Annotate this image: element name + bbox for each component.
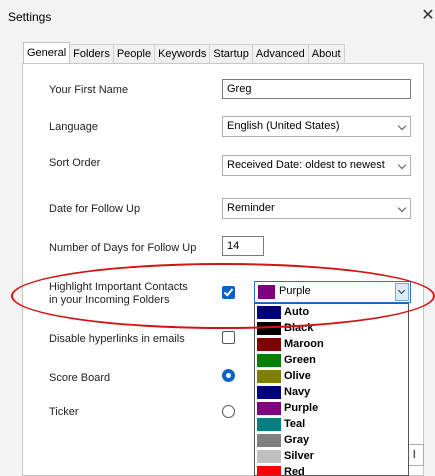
tab-strip: General Folders People Keywords Startup …: [23, 42, 345, 64]
language-label: Language: [49, 121, 98, 133]
highlight-label-line2: in your Incoming Folders: [49, 294, 170, 306]
highlight-color-value: Purple: [279, 285, 311, 297]
days-follow-up-label: Number of Days for Follow Up: [49, 242, 197, 254]
color-option-label: Maroon: [284, 338, 324, 350]
tab-keywords[interactable]: Keywords: [154, 44, 211, 63]
color-option-label: Purple: [284, 402, 319, 414]
first-name-input[interactable]: Greg: [222, 79, 411, 99]
tab-folders[interactable]: Folders: [69, 44, 114, 63]
tab-advanced[interactable]: Advanced: [251, 44, 309, 63]
color-option-auto[interactable]: Auto: [257, 306, 377, 319]
color-option-label: Silver: [284, 450, 314, 462]
tab-about[interactable]: About: [307, 44, 345, 63]
color-option-label: Black: [284, 322, 314, 334]
disable-hyperlinks-label: Disable hyperlinks in emails: [49, 333, 185, 345]
color-option-green[interactable]: Green: [257, 354, 377, 367]
color-swatch: [257, 322, 281, 335]
sort-order-label: Sort Order: [49, 157, 101, 169]
disable-hyperlinks-checkbox[interactable]: [222, 331, 235, 344]
color-option-maroon[interactable]: Maroon: [257, 338, 377, 351]
color-option-silver[interactable]: Silver: [257, 450, 377, 463]
color-option-label: Teal: [284, 418, 306, 430]
sort-order-value: Received Date: oldest to newest: [227, 159, 385, 171]
color-swatch: [257, 306, 281, 319]
color-option-black[interactable]: Black: [257, 322, 377, 335]
days-follow-up-input[interactable]: 14: [222, 236, 264, 256]
follow-up-label: Date for Follow Up: [49, 203, 141, 215]
color-swatch: [257, 386, 281, 399]
color-option-label: Olive: [284, 370, 311, 382]
color-swatch: [257, 434, 281, 447]
color-option-label: Gray: [284, 434, 310, 446]
color-dropdown-list: Auto Black Maroon Green Olive Navy Purpl…: [254, 303, 409, 476]
tab-startup[interactable]: Startup: [209, 44, 253, 63]
chevron-down-icon: [397, 160, 407, 170]
purple-swatch: [258, 285, 275, 299]
score-board-radio[interactable]: [222, 369, 235, 382]
follow-up-select[interactable]: Reminder: [222, 198, 411, 219]
follow-up-value: Reminder: [227, 202, 275, 214]
highlight-checkbox[interactable]: [222, 286, 235, 299]
first-name-label: Your First Name: [49, 84, 129, 96]
window-title: Settings: [8, 10, 52, 24]
chevron-down-icon: [397, 203, 407, 213]
dropdown-arrow-icon[interactable]: [395, 283, 409, 301]
color-option-label: Green: [284, 354, 316, 366]
title-bar: Settings ✕: [0, 0, 435, 34]
highlight-label-line1: Highlight Important Contacts: [49, 281, 188, 293]
color-swatch: [257, 338, 281, 351]
color-swatch: [257, 418, 281, 431]
color-swatch: [257, 466, 281, 475]
color-option-teal[interactable]: Teal: [257, 418, 377, 431]
color-option-label: Navy: [284, 386, 311, 398]
chevron-down-icon: [397, 121, 407, 131]
color-option-red[interactable]: Red: [257, 466, 377, 476]
color-option-purple[interactable]: Purple: [257, 402, 377, 415]
color-option-olive[interactable]: Olive: [257, 370, 377, 383]
tab-people[interactable]: People: [112, 44, 156, 63]
color-option-label: Red: [284, 466, 305, 476]
ticker-radio[interactable]: [222, 405, 235, 418]
color-option-label: Auto: [284, 306, 310, 318]
tab-general[interactable]: General: [23, 42, 71, 63]
highlight-color-select[interactable]: Purple: [254, 281, 411, 303]
color-swatch: [257, 402, 281, 415]
language-value: English (United States): [227, 120, 340, 132]
color-option-navy[interactable]: Navy: [257, 386, 377, 399]
sort-order-select[interactable]: Received Date: oldest to newest: [222, 155, 411, 176]
language-select[interactable]: English (United States): [222, 116, 411, 137]
color-swatch: [257, 450, 281, 463]
color-option-gray[interactable]: Gray: [257, 434, 377, 447]
ticker-label: Ticker: [49, 406, 79, 418]
color-swatch: [257, 370, 281, 383]
close-icon[interactable]: ✕: [421, 6, 435, 26]
score-board-label: Score Board: [49, 372, 111, 384]
color-swatch: [257, 354, 281, 367]
